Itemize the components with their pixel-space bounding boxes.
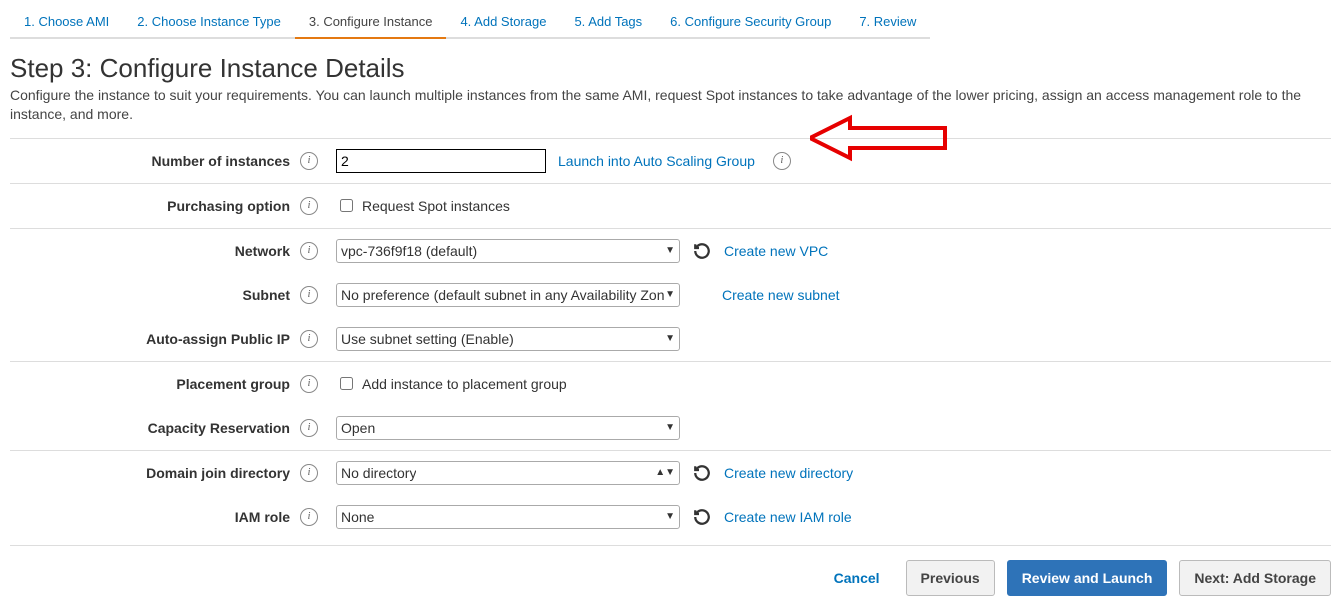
launch-asg-link[interactable]: Launch into Auto Scaling Group	[558, 153, 755, 169]
tab-choose-ami[interactable]: 1. Choose AMI	[10, 10, 123, 39]
label-purchasing: Purchasing option	[10, 198, 296, 214]
create-directory-link[interactable]: Create new directory	[724, 465, 853, 481]
network-value: vpc-736f9f18 (default)	[341, 243, 477, 259]
domain-dir-value: No directory	[341, 465, 416, 481]
info-icon[interactable]: i	[300, 152, 318, 170]
tab-security-group[interactable]: 6. Configure Security Group	[656, 10, 845, 39]
spot-label: Request Spot instances	[362, 198, 510, 214]
cancel-button[interactable]: Cancel	[820, 561, 894, 595]
refresh-icon[interactable]	[692, 463, 712, 483]
chevron-down-icon: ▼	[665, 333, 675, 344]
refresh-icon[interactable]	[692, 507, 712, 527]
domain-dir-select[interactable]: No directory ▲▼	[336, 461, 680, 485]
info-icon[interactable]: i	[773, 152, 791, 170]
tab-add-storage[interactable]: 4. Add Storage	[446, 10, 560, 39]
subnet-value: No preference (default subnet in any Ava…	[341, 287, 665, 303]
info-icon[interactable]: i	[300, 197, 318, 215]
chevron-down-icon: ▼	[665, 511, 675, 522]
label-capacity: Capacity Reservation	[10, 420, 296, 436]
info-icon[interactable]: i	[300, 375, 318, 393]
chevron-down-icon: ▼	[665, 422, 675, 433]
label-network: Network	[10, 243, 296, 259]
label-placement: Placement group	[10, 376, 296, 392]
create-subnet-link[interactable]: Create new subnet	[722, 287, 840, 303]
subnet-select[interactable]: No preference (default subnet in any Ava…	[336, 283, 680, 307]
auto-ip-select[interactable]: Use subnet setting (Enable) ▼	[336, 327, 680, 351]
label-domain-dir: Domain join directory	[10, 465, 296, 481]
info-icon[interactable]: i	[300, 464, 318, 482]
label-auto-ip: Auto-assign Public IP	[10, 331, 296, 347]
chevron-down-icon: ▼	[665, 289, 675, 300]
label-iam: IAM role	[10, 509, 296, 525]
create-iam-link[interactable]: Create new IAM role	[724, 509, 852, 525]
info-icon[interactable]: i	[300, 242, 318, 260]
num-instances-input[interactable]	[336, 149, 546, 173]
page-title: Step 3: Configure Instance Details	[10, 53, 1331, 84]
tab-add-tags[interactable]: 5. Add Tags	[560, 10, 656, 39]
tab-review[interactable]: 7. Review	[845, 10, 930, 39]
footer-bar: Cancel Previous Review and Launch Next: …	[10, 545, 1331, 596]
auto-ip-value: Use subnet setting (Enable)	[341, 331, 514, 347]
previous-button[interactable]: Previous	[906, 560, 995, 596]
capacity-value: Open	[341, 420, 375, 436]
label-num-instances: Number of instances	[10, 153, 296, 169]
info-icon[interactable]: i	[300, 419, 318, 437]
next-button[interactable]: Next: Add Storage	[1179, 560, 1331, 596]
wizard-tabs: 1. Choose AMI 2. Choose Instance Type 3.…	[10, 10, 1331, 39]
review-launch-button[interactable]: Review and Launch	[1007, 560, 1168, 596]
placement-checkbox[interactable]	[340, 377, 353, 390]
placement-label: Add instance to placement group	[362, 376, 567, 392]
tab-configure-instance[interactable]: 3. Configure Instance	[295, 10, 447, 39]
label-subnet: Subnet	[10, 287, 296, 303]
create-vpc-link[interactable]: Create new VPC	[724, 243, 828, 259]
updown-icon: ▲▼	[655, 467, 675, 478]
info-icon[interactable]: i	[300, 330, 318, 348]
refresh-icon[interactable]	[692, 241, 712, 261]
tab-choose-instance-type[interactable]: 2. Choose Instance Type	[123, 10, 295, 39]
capacity-select[interactable]: Open ▼	[336, 416, 680, 440]
network-select[interactable]: vpc-736f9f18 (default) ▼	[336, 239, 680, 263]
page-description: Configure the instance to suit your requ…	[10, 86, 1331, 124]
iam-select[interactable]: None ▼	[336, 505, 680, 529]
info-icon[interactable]: i	[300, 286, 318, 304]
spot-checkbox[interactable]	[340, 199, 353, 212]
info-icon[interactable]: i	[300, 508, 318, 526]
chevron-down-icon: ▼	[665, 245, 675, 256]
iam-value: None	[341, 509, 374, 525]
